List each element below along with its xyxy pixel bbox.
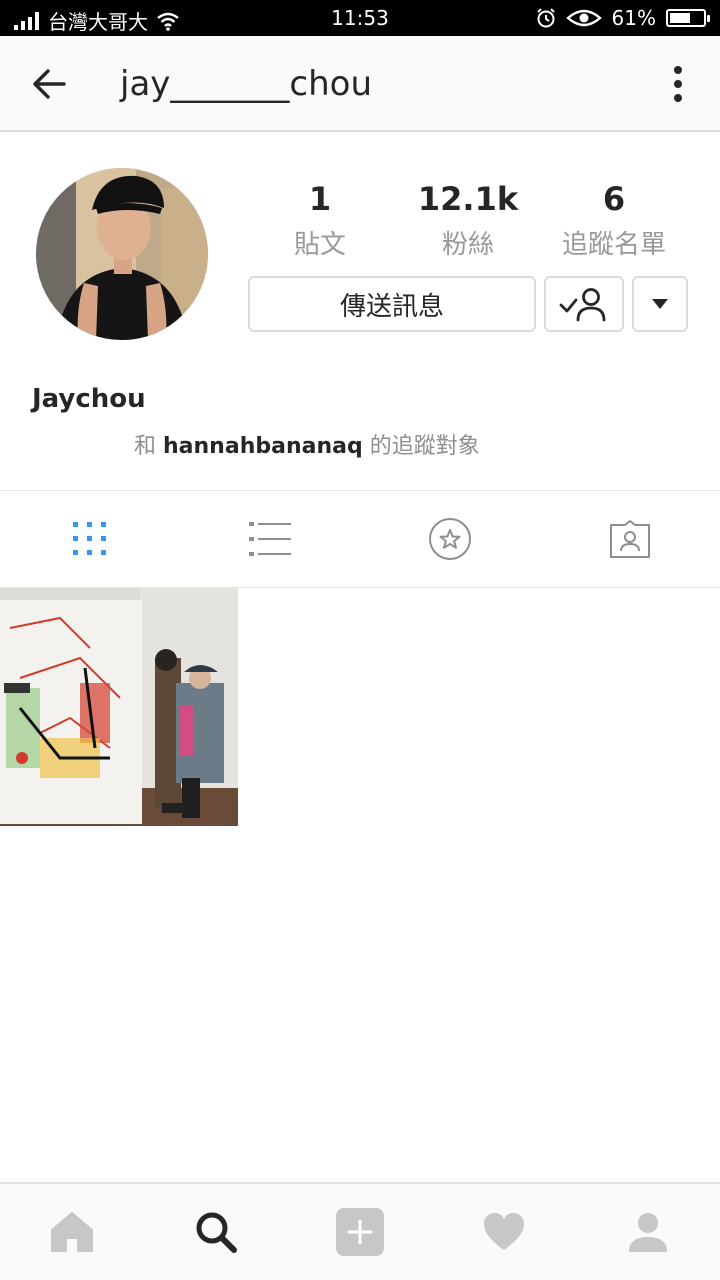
followers-label: 粉絲 xyxy=(441,230,494,260)
nav-add[interactable] xyxy=(288,1184,432,1280)
profile-avatar[interactable] xyxy=(36,168,208,340)
add-icon xyxy=(336,1208,384,1256)
nav-search[interactable] xyxy=(144,1184,288,1280)
nav-profile[interactable] xyxy=(576,1184,720,1280)
profile-header: jay_______chou xyxy=(0,36,720,132)
more-options-icon[interactable] xyxy=(666,62,690,106)
tab-saved[interactable] xyxy=(360,491,540,587)
following-check-icon xyxy=(559,288,606,322)
profile-icon xyxy=(629,1213,667,1252)
mutual-followers[interactable]: 和 hannahbananaq 的追蹤對象 xyxy=(134,428,480,460)
header-username: jay_______chou xyxy=(120,64,372,104)
mutual-suffix: 的追蹤對象 xyxy=(369,434,480,459)
eye-icon xyxy=(565,9,602,27)
mutual-prefix: 和 xyxy=(134,434,157,459)
heart-icon xyxy=(484,1213,524,1250)
bottom-navigation xyxy=(0,1182,720,1280)
tab-list[interactable] xyxy=(180,491,360,587)
suggestions-dropdown-button[interactable] xyxy=(632,276,688,332)
tab-tagged[interactable] xyxy=(540,491,720,587)
nav-home[interactable] xyxy=(0,1184,144,1280)
grid-icon xyxy=(73,522,106,555)
posts-label: 貼文 xyxy=(293,230,346,260)
followers-count: 12.1k xyxy=(417,180,519,218)
post-thumbnail[interactable] xyxy=(0,588,238,826)
list-icon xyxy=(249,522,291,556)
mutual-user[interactable]: hannahbananaq xyxy=(163,434,363,459)
profile-tabs xyxy=(0,490,720,588)
following-stat[interactable]: 6 追蹤名單 xyxy=(544,180,684,261)
posts-stat: 1 貼文 xyxy=(250,180,390,261)
home-icon xyxy=(51,1212,93,1252)
tagged-icon xyxy=(610,520,650,558)
followers-stat[interactable]: 12.1k 粉絲 xyxy=(398,180,538,261)
posts-count: 1 xyxy=(308,180,332,218)
back-arrow-icon[interactable] xyxy=(28,62,72,106)
nav-activity[interactable] xyxy=(432,1184,576,1280)
tab-grid[interactable] xyxy=(0,491,180,587)
caret-down-icon xyxy=(652,299,668,309)
display-name: Jaychou xyxy=(32,384,146,414)
send-message-button[interactable]: 傳送訊息 xyxy=(248,276,536,332)
following-button[interactable] xyxy=(544,276,624,332)
status-bar: 台灣大哥大 11:53 61% xyxy=(0,0,720,36)
battery-percent: 61% xyxy=(611,6,656,30)
alarm-icon xyxy=(536,8,555,28)
following-label: 追蹤名單 xyxy=(561,230,666,260)
saved-star-icon xyxy=(429,518,471,560)
following-count: 6 xyxy=(602,180,626,218)
search-icon xyxy=(196,1212,237,1253)
battery-icon xyxy=(666,9,710,27)
